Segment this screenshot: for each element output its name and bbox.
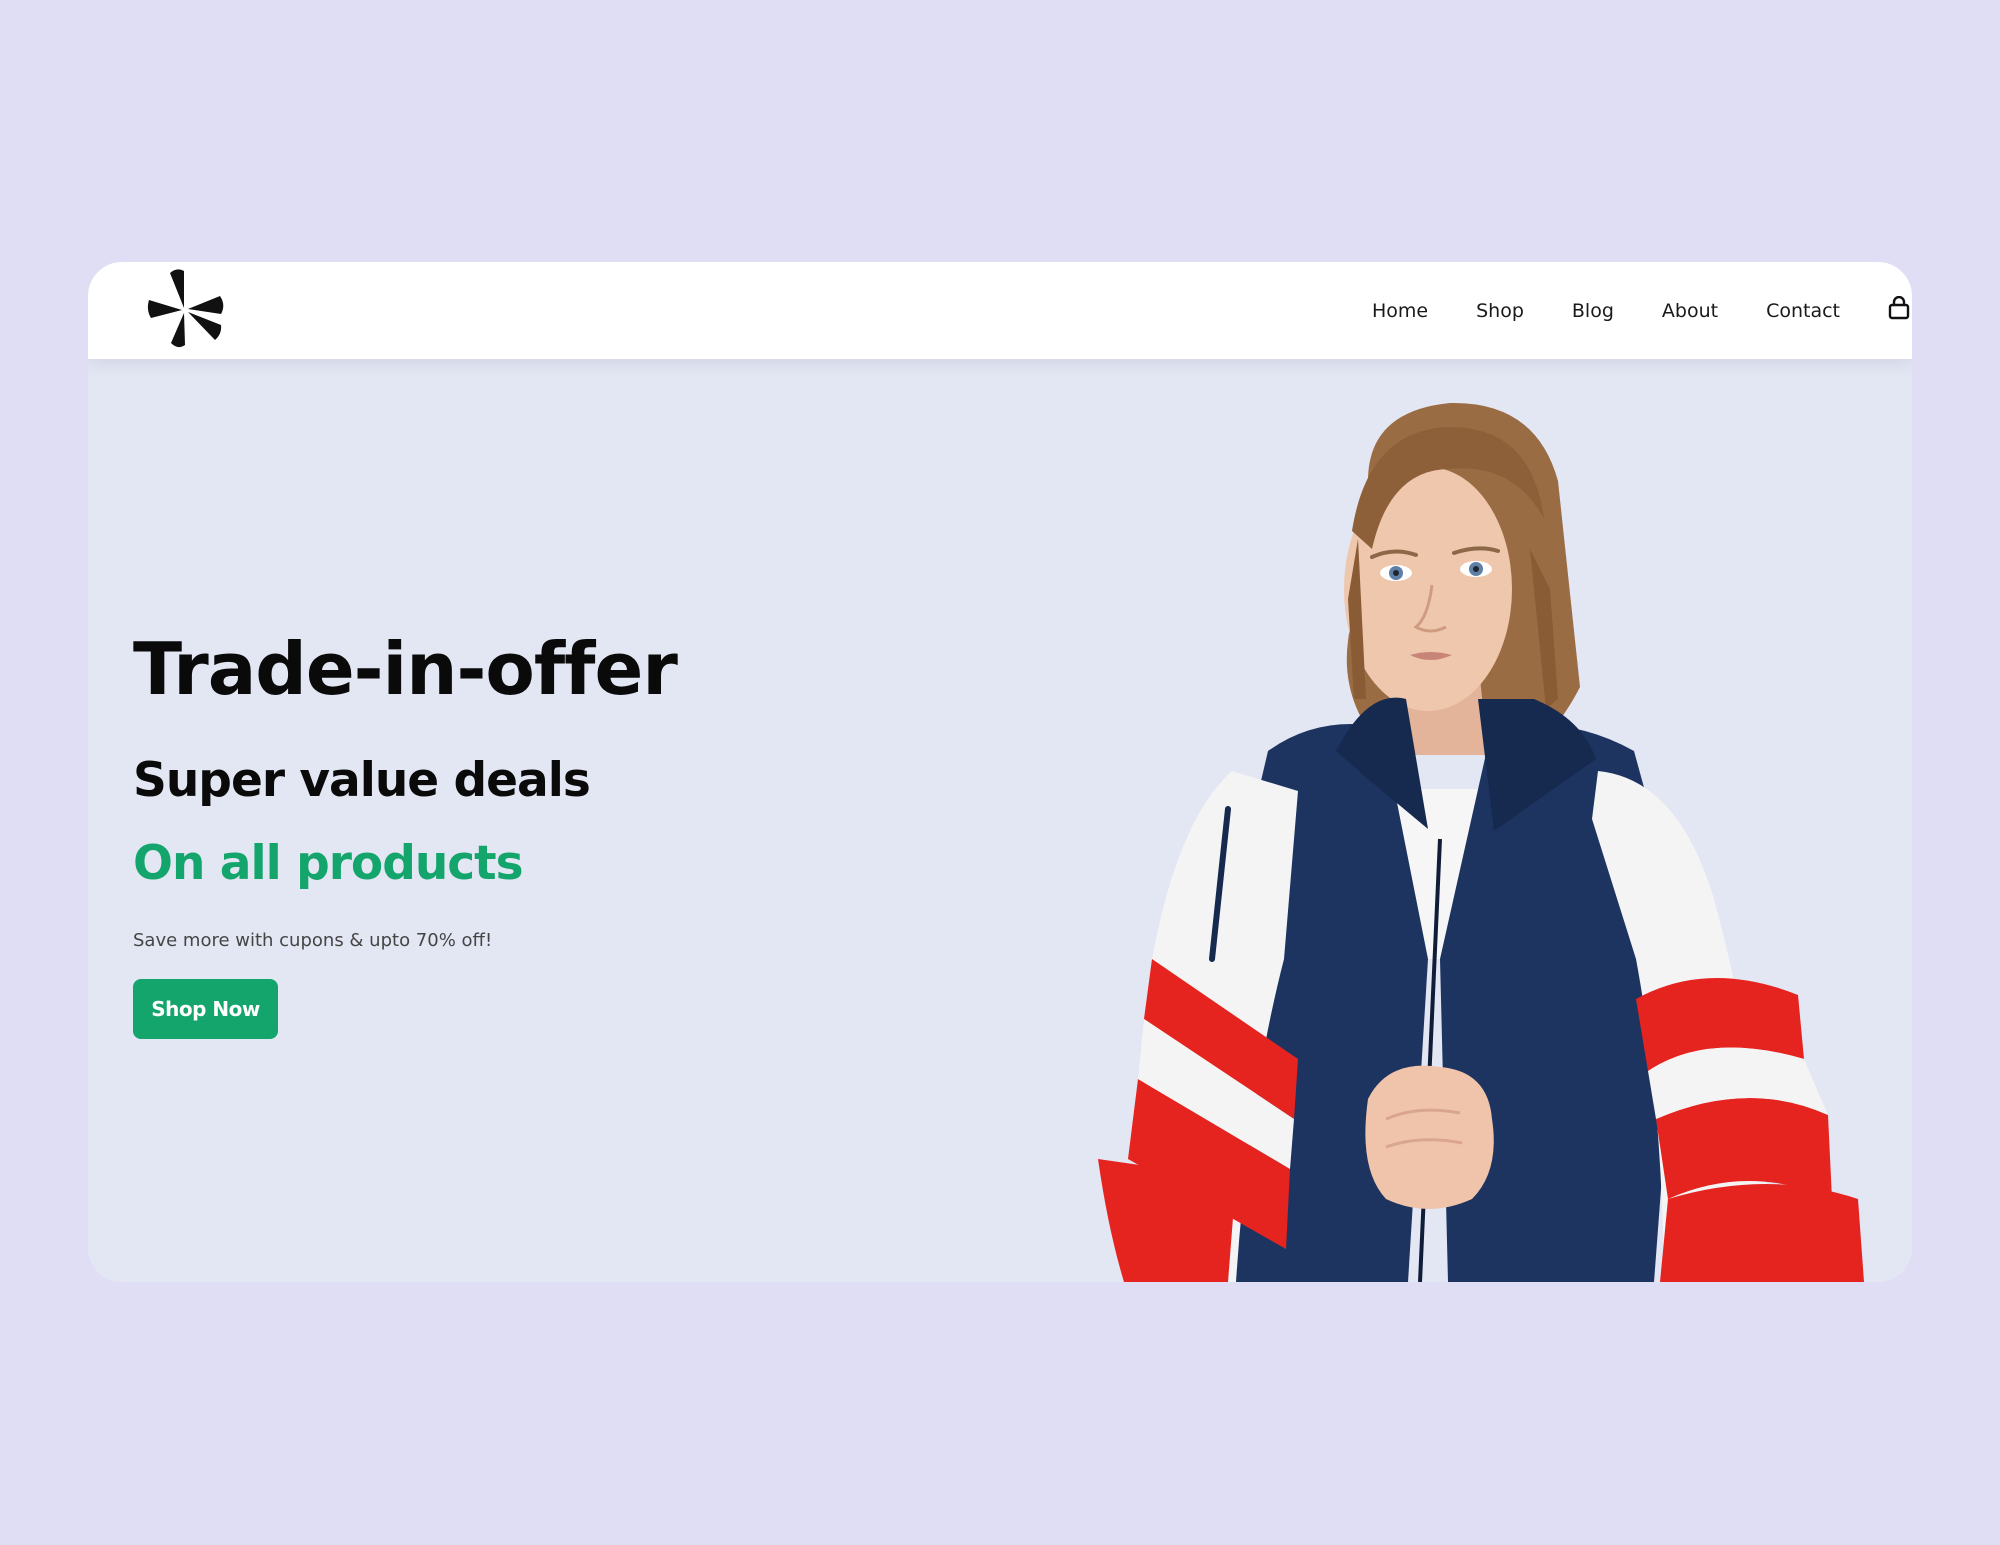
nav-blog[interactable]: Blog — [1572, 300, 1614, 322]
hero-section: Trade-in-offer Super value deals On all … — [88, 359, 1912, 1282]
main-nav: Home Shop Blog About Contact — [1372, 262, 1840, 359]
nav-about[interactable]: About — [1662, 300, 1718, 322]
browser-window: Home Shop Blog About Contact Trade-in-of… — [88, 262, 1912, 1282]
hero-description: Save more with cupons & upto 70% off! — [133, 930, 493, 951]
nav-shop[interactable]: Shop — [1476, 300, 1524, 322]
hero-subtitle: Super value deals — [133, 753, 591, 808]
nav-home[interactable]: Home — [1372, 300, 1428, 322]
nav-contact[interactable]: Contact — [1766, 300, 1840, 322]
logo[interactable] — [140, 264, 232, 356]
cart-button[interactable] — [1888, 295, 1910, 320]
hero-highlight: On all products — [133, 836, 524, 891]
shop-now-button[interactable]: Shop Now — [133, 979, 278, 1039]
shopping-bag-icon — [1888, 295, 1910, 320]
navbar: Home Shop Blog About Contact — [88, 262, 1912, 359]
hero-title: Trade-in-offer — [133, 627, 678, 711]
starburst-logo-icon — [147, 269, 224, 348]
model-photo — [1098, 402, 1864, 1282]
